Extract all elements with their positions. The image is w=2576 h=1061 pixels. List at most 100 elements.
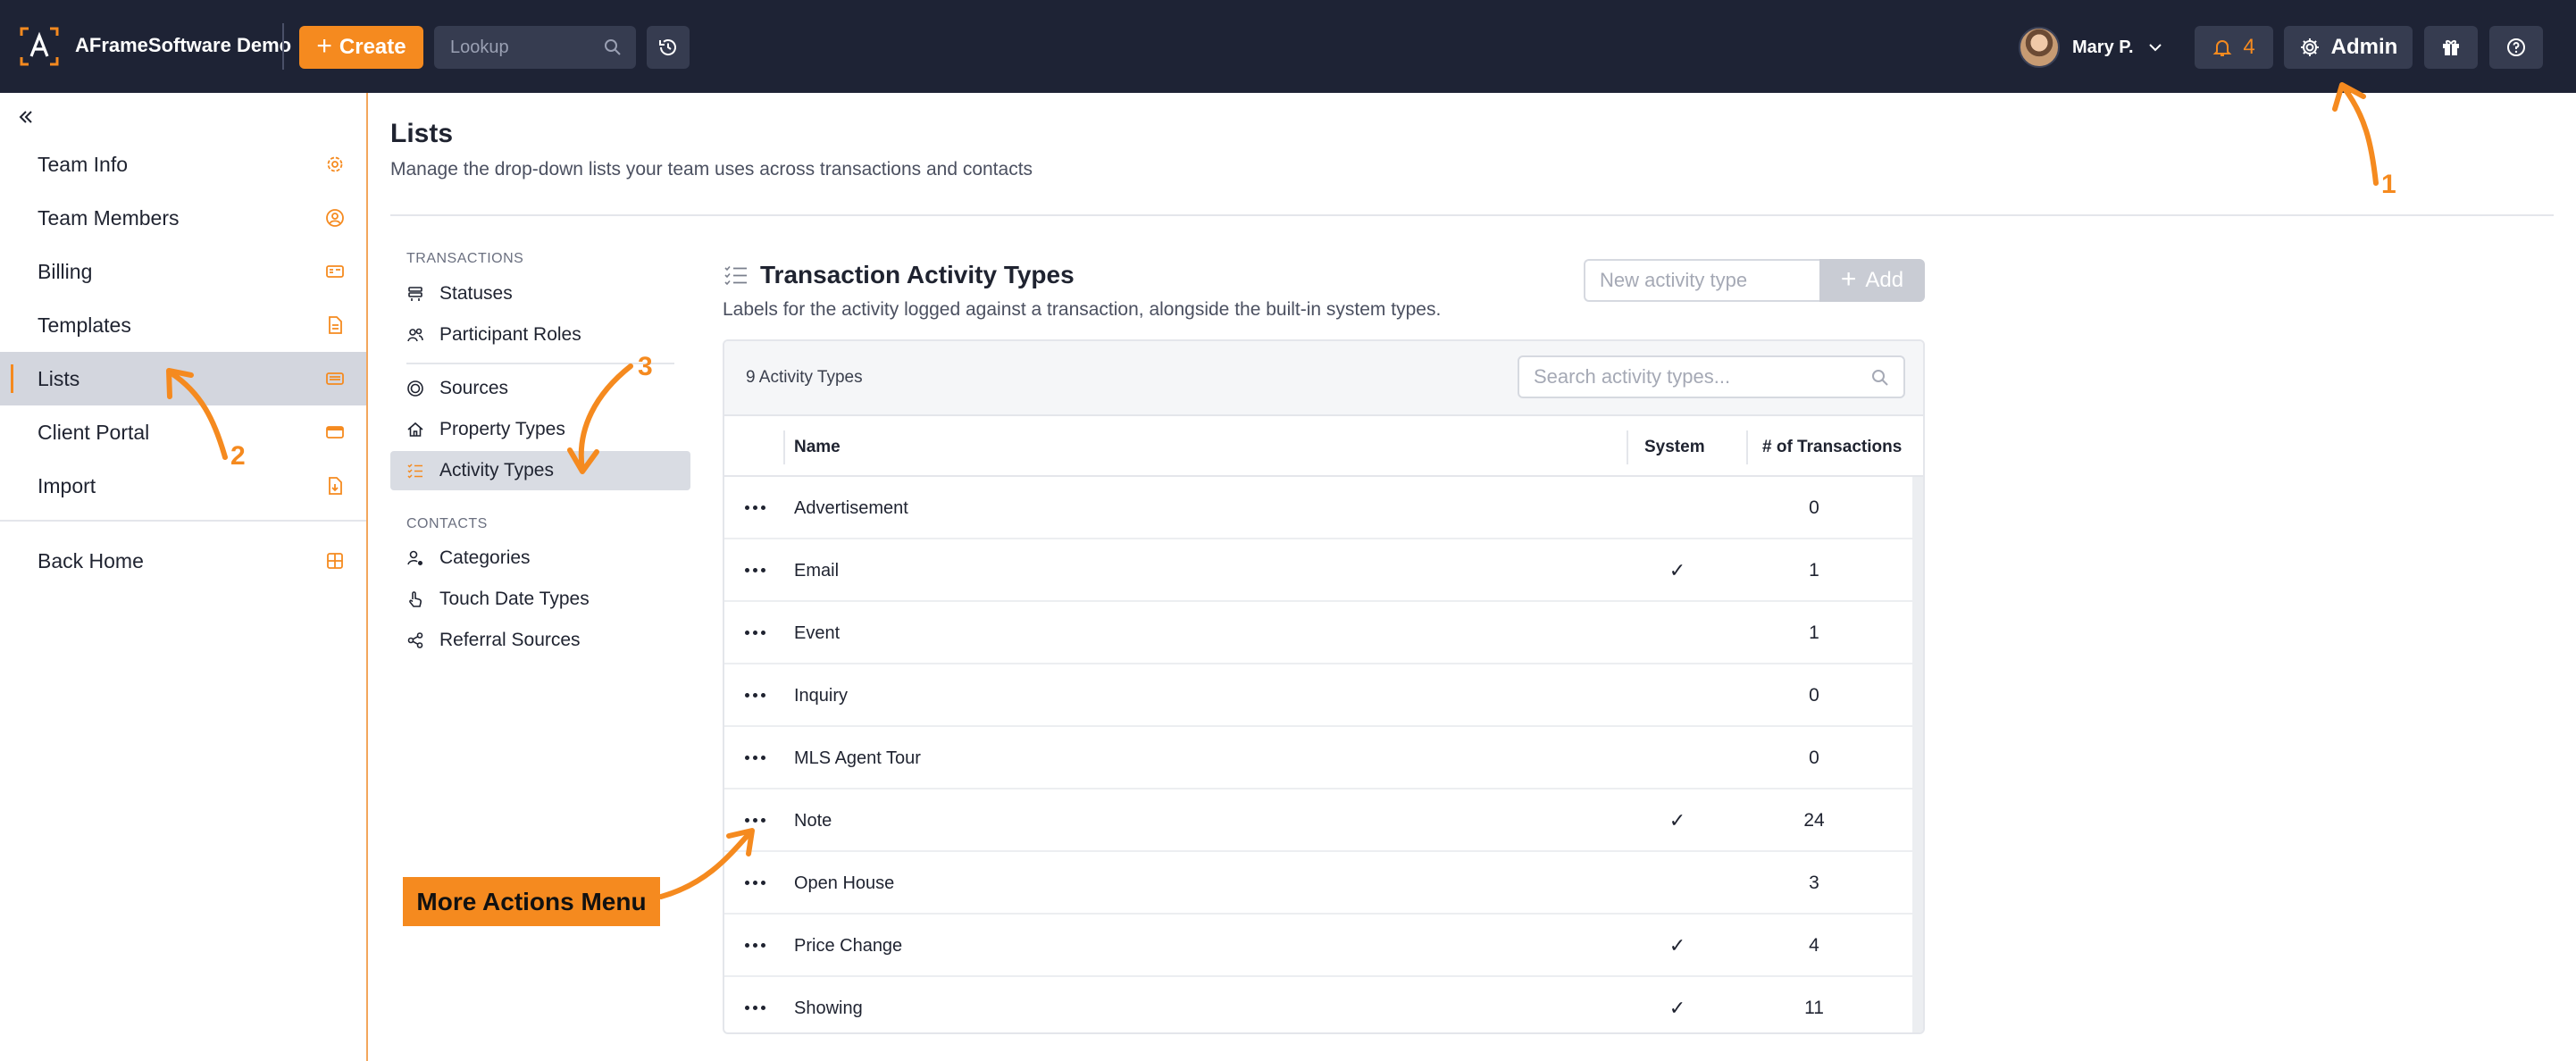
sidebar-item-label: Client Portal bbox=[38, 420, 150, 444]
more-actions-icon[interactable] bbox=[739, 555, 771, 585]
table-row[interactable]: Showing ✓ 11 bbox=[724, 977, 1912, 1032]
stack-icon bbox=[408, 287, 422, 301]
more-actions-icon[interactable] bbox=[739, 492, 771, 522]
brand-name[interactable]: AFrameSoftware Demo bbox=[75, 34, 291, 57]
more-actions-icon[interactable] bbox=[739, 867, 771, 898]
document-icon bbox=[329, 316, 342, 334]
search-activity-types-input[interactable] bbox=[1519, 357, 1859, 397]
table-header: Name System # of Transactions bbox=[724, 418, 1923, 477]
sidebar-item-templates[interactable]: Templates bbox=[0, 298, 366, 352]
lookup-input[interactable] bbox=[434, 26, 595, 69]
list-nav-participant-roles[interactable]: Participant Roles bbox=[390, 315, 690, 355]
sidebar-item-import[interactable]: Import bbox=[0, 459, 366, 513]
column-header-transactions[interactable]: # of Transactions bbox=[1762, 418, 1902, 477]
list-nav-label: Participant Roles bbox=[439, 324, 581, 345]
sidebar-item-back-home[interactable]: Back Home bbox=[0, 534, 366, 588]
help-icon bbox=[2507, 38, 2525, 56]
sidebar-item-team-info[interactable]: Team Info bbox=[0, 138, 366, 191]
sidebar-item-lists[interactable]: Lists bbox=[0, 352, 366, 405]
more-actions-icon[interactable] bbox=[739, 992, 771, 1023]
table-row[interactable]: Event 1 bbox=[724, 602, 1912, 664]
notification-count: 4 bbox=[2243, 35, 2255, 59]
table-row[interactable]: Advertisement 0 bbox=[724, 477, 1912, 539]
list-nav-label: Categories bbox=[439, 547, 531, 568]
transaction-count: 0 bbox=[1809, 497, 1819, 518]
list-nav-label: Sources bbox=[439, 378, 509, 398]
house-icon bbox=[407, 422, 423, 437]
activity-type-name: Note bbox=[794, 810, 832, 831]
annotation-number-3: 3 bbox=[638, 352, 653, 381]
panel-title: Transaction Activity Types bbox=[760, 261, 1075, 288]
more-actions-icon[interactable] bbox=[739, 805, 771, 835]
table-row[interactable]: MLS Agent Tour 0 bbox=[724, 727, 1912, 789]
create-button[interactable]: + Create bbox=[299, 26, 423, 69]
sidebar-item-team-members[interactable]: Team Members bbox=[0, 191, 366, 245]
sidebar-item-label: Billing bbox=[38, 259, 93, 283]
system-check: ✓ bbox=[1669, 997, 1686, 1019]
sidebar-item-label: Team Info bbox=[38, 152, 128, 176]
column-header-system[interactable]: System bbox=[1644, 418, 1705, 477]
list-nav-label: Referral Sources bbox=[439, 630, 581, 650]
transaction-count: 11 bbox=[1804, 998, 1824, 1018]
admin-sidebar: Team Info Team Members Billing Templates… bbox=[0, 93, 368, 1061]
list-nav-statuses[interactable]: Statuses bbox=[390, 274, 690, 313]
lookup-search[interactable] bbox=[434, 26, 636, 69]
table-row[interactable]: Inquiry 0 bbox=[724, 664, 1912, 727]
activity-search[interactable] bbox=[1518, 355, 1905, 398]
activity-type-name: MLS Agent Tour bbox=[794, 748, 921, 768]
more-actions-icon[interactable] bbox=[739, 617, 771, 647]
list-nav-activity-types[interactable]: Activity Types bbox=[390, 451, 690, 490]
import-file-icon bbox=[329, 477, 342, 495]
grid-icon bbox=[327, 553, 343, 569]
collapse-sidebar-button[interactable] bbox=[13, 104, 39, 130]
help-button[interactable] bbox=[2489, 26, 2543, 69]
activity-type-count: 9 Activity Types bbox=[746, 368, 863, 387]
list-nav-label: Property Types bbox=[439, 419, 565, 439]
gear-icon bbox=[327, 156, 343, 172]
create-label: Create bbox=[339, 35, 406, 59]
annotation-number-2: 2 bbox=[230, 441, 246, 471]
more-actions-icon[interactable] bbox=[739, 742, 771, 773]
gift-button[interactable] bbox=[2424, 26, 2478, 69]
column-divider bbox=[1627, 430, 1628, 464]
new-activity-type-input[interactable] bbox=[1584, 259, 1819, 302]
user-menu[interactable]: Mary P. bbox=[2019, 26, 2164, 69]
admin-button[interactable]: Admin bbox=[2284, 26, 2413, 69]
list-nav-label: Activity Types bbox=[439, 460, 554, 480]
column-header-name[interactable]: Name bbox=[794, 418, 841, 477]
chevron-down-icon bbox=[2148, 44, 2162, 52]
list-nav-categories[interactable]: Categories bbox=[390, 539, 690, 578]
add-label: Add bbox=[1865, 268, 1904, 292]
list-nav-divider bbox=[406, 363, 674, 364]
user-circle-icon bbox=[326, 209, 344, 227]
activity-types-table: 9 Activity Types Name System # of Transa… bbox=[723, 339, 1925, 1034]
list-nav-property-types[interactable]: Property Types bbox=[390, 410, 690, 449]
table-row[interactable]: Open House 3 bbox=[724, 852, 1912, 915]
notifications-button[interactable]: 4 bbox=[2195, 26, 2273, 69]
transaction-count: 4 bbox=[1809, 935, 1819, 956]
table-row[interactable]: Email ✓ 1 bbox=[724, 539, 1912, 602]
more-actions-callout: More Actions Menu bbox=[403, 877, 660, 926]
table-row[interactable]: Price Change ✓ 4 bbox=[724, 915, 1912, 977]
system-check: ✓ bbox=[1669, 934, 1686, 957]
user-name: Mary P. bbox=[2072, 37, 2134, 57]
gear-icon bbox=[2300, 38, 2319, 56]
history-icon bbox=[659, 39, 676, 55]
aframe-logo-icon[interactable] bbox=[20, 27, 59, 66]
list-nav-touch-date-types[interactable]: Touch Date Types bbox=[390, 580, 690, 619]
table-scrollbar[interactable] bbox=[1912, 477, 1923, 1032]
add-activity-type-button[interactable]: + Add bbox=[1819, 259, 1925, 302]
sidebar-item-billing[interactable]: Billing bbox=[0, 245, 366, 298]
more-actions-icon[interactable] bbox=[739, 680, 771, 710]
list-nav-referral-sources[interactable]: Referral Sources bbox=[390, 621, 690, 660]
more-actions-icon[interactable] bbox=[739, 930, 771, 960]
table-row[interactable]: Note ✓ 24 bbox=[724, 789, 1912, 852]
system-check bbox=[1664, 664, 1691, 727]
history-button[interactable] bbox=[647, 26, 690, 69]
users-icon bbox=[407, 328, 423, 342]
hand-pointer-icon bbox=[409, 591, 422, 607]
activity-type-name: Inquiry bbox=[794, 685, 849, 706]
top-navigation-bar: AFrameSoftware Demo + Create Mary P. 4 bbox=[0, 0, 2576, 93]
sidebar-item-client-portal[interactable]: Client Portal bbox=[0, 405, 366, 459]
share-icon bbox=[407, 632, 423, 648]
